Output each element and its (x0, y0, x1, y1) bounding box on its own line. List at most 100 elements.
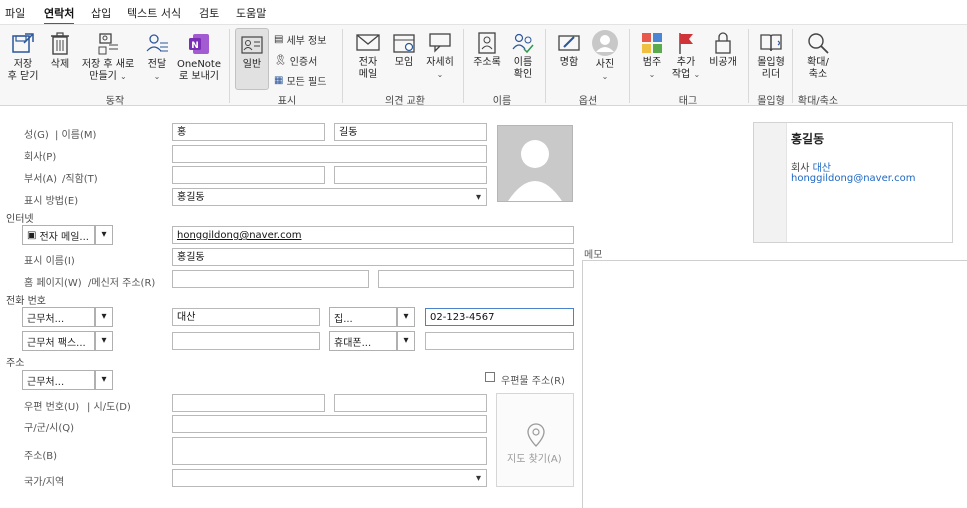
email-type-dropdown[interactable]: ▣ 전자 메일... (22, 225, 95, 245)
categorize-icon (642, 33, 662, 53)
certificates-button[interactable]: 🎗 인증서 (274, 53, 317, 68)
email-button[interactable]: 전자 메일 (352, 31, 384, 81)
all-fields-button[interactable]: ▦ 모든 필드 (274, 73, 326, 88)
chevron-down-icon: ⌄ (648, 70, 656, 79)
tab-contact[interactable]: 연락처 (44, 5, 75, 26)
country-select[interactable] (172, 469, 487, 487)
forward-label: 전달 (147, 59, 167, 70)
group-immersive-label: 몰입형 (757, 96, 785, 107)
job-title-label: /직함(T) (62, 174, 98, 185)
save-new-button[interactable]: 저장 후 새로 만들기 ⌄ (78, 31, 138, 83)
check-names-button[interactable]: 이름 확인 (507, 31, 539, 81)
mailing-address-checkbox[interactable] (485, 372, 495, 382)
display-as-input[interactable]: 홍길동 (172, 248, 574, 266)
district-input[interactable] (172, 415, 487, 433)
company-input[interactable] (172, 145, 487, 163)
phone4-type-dropdown[interactable]: 휴대폰... (329, 331, 397, 351)
im-address-input[interactable] (378, 270, 574, 288)
address-type-arrow-button[interactable]: ▾ (95, 370, 113, 390)
immersive-reader-icon (760, 34, 782, 52)
check-names-label-2: 확인 (513, 69, 533, 80)
chevron-down-icon: ▾ (101, 335, 107, 346)
business-card-button[interactable]: 명함 (553, 31, 585, 69)
file-as-select[interactable]: 홍길동 (172, 188, 487, 206)
general-label: 일반 (242, 59, 262, 70)
phone2-type-arrow-button[interactable]: ▾ (397, 307, 415, 327)
phone3-type-dropdown[interactable]: 근무처 팩스... (22, 331, 95, 351)
tab-insert[interactable]: 삽입 (91, 5, 111, 21)
address-book-button[interactable]: 주소록 (469, 31, 505, 69)
phone1-type-dropdown[interactable]: 근무처... (22, 307, 95, 327)
card-company-row: 회사 대산 (791, 159, 831, 174)
group-separator (229, 29, 230, 103)
phone3-input[interactable] (172, 332, 320, 350)
phone2-type-dropdown[interactable]: 집... (329, 307, 397, 327)
tab-review[interactable]: 검토 (199, 5, 219, 21)
details-label: 세부 정보 (286, 36, 327, 47)
last-name-input[interactable]: 홍 (172, 123, 325, 141)
phone1-input[interactable]: 대산 (172, 308, 320, 326)
postal-code-label: 우편 번호(U) (24, 402, 80, 413)
group-separator (748, 29, 749, 103)
phone4-type-arrow-button[interactable]: ▾ (397, 331, 415, 351)
tab-help[interactable]: 도움말 (236, 5, 266, 21)
categorize-button[interactable]: 범주 ⌄ (636, 31, 668, 81)
address-type-dropdown[interactable]: 근무처... (22, 370, 95, 390)
first-name-input[interactable]: 길동 (334, 123, 487, 141)
group-separator (342, 29, 343, 103)
immersive-reader-button[interactable]: 몰입형 리더 (752, 31, 790, 81)
chevron-down-icon: ⌄ (120, 72, 127, 81)
save-close-label-2: 후 닫기 (7, 71, 39, 82)
follow-up-label-text: 작업 (671, 69, 691, 80)
phone3-type-arrow-button[interactable]: ▾ (95, 331, 113, 351)
group-separator (629, 29, 630, 103)
zoom-button[interactable]: 확대/ 축소 (800, 31, 836, 81)
details-icon: ▤ (274, 34, 284, 45)
webpage-label: 홈 페이지(W) (24, 278, 82, 289)
contact-photo-button[interactable] (497, 125, 573, 202)
phone4-input[interactable] (425, 332, 574, 350)
im-address-label: /메신저 주소(R) (88, 278, 156, 289)
meeting-button[interactable]: 모임 (389, 31, 419, 69)
check-names-icon (512, 33, 534, 54)
postal-code-input[interactable] (172, 394, 325, 412)
department-input[interactable] (172, 166, 325, 184)
tab-file[interactable]: 파일 (5, 5, 25, 21)
delete-button[interactable]: 삭제 (46, 31, 74, 71)
email-input[interactable]: honggildong@naver.com (172, 226, 574, 244)
tab-format-text[interactable]: 텍스트 서식 (127, 5, 181, 21)
job-title-input[interactable] (334, 166, 487, 184)
phone-section-label: 전화 번호 (6, 296, 46, 307)
follow-up-button[interactable]: 추가 작업 ⌄ (670, 31, 702, 81)
first-name-label: | 이름(M) (55, 130, 97, 141)
email-label-1: 전자 (358, 57, 378, 68)
file-as-label: 표시 방법(E) (24, 196, 79, 207)
trash-icon (51, 32, 69, 55)
details-button[interactable]: ▤ 세부 정보 (274, 32, 326, 47)
email-value: honggildong@naver.com (177, 230, 302, 241)
picture-button[interactable]: 사진 ⌄ (589, 29, 621, 83)
forward-button[interactable]: 전달 ⌄ (140, 31, 174, 83)
map-it-button[interactable]: 지도 찾기(A) (496, 393, 574, 487)
phone2-input[interactable]: 02-123-4567 (425, 308, 574, 326)
menu-bar: 파일 연락처 삽입 텍스트 서식 검토 도움말 (0, 0, 967, 26)
phone1-type-arrow-button[interactable]: ▾ (95, 307, 113, 327)
group-separator (545, 29, 546, 103)
street-input[interactable] (172, 437, 487, 465)
person-placeholder-icon (498, 126, 572, 201)
more-communicate-button[interactable]: 자세히 ⌄ (422, 31, 458, 81)
general-view-button[interactable]: 일반 (235, 28, 269, 90)
city-input[interactable] (334, 394, 487, 412)
business-card-preview[interactable]: 홍길동 회사 대산 honggildong@naver.com (753, 122, 953, 243)
webpage-input[interactable] (172, 270, 369, 288)
onenote-button[interactable]: N OneNote 로 보내기 (176, 31, 222, 83)
business-card-label: 명함 (559, 57, 579, 68)
private-button[interactable]: 비공개 (705, 31, 741, 69)
save-close-button[interactable]: 저장 후 닫기 (4, 31, 42, 83)
immersive-reader-label-1: 몰입형 (757, 57, 785, 68)
more-label: 자세히 (426, 57, 454, 68)
email-type-arrow-button[interactable]: ▾ (95, 225, 113, 245)
group-zoom-label: 확대/축소 (797, 96, 839, 107)
notes-textarea[interactable] (582, 260, 967, 508)
svg-text:N: N (191, 41, 199, 51)
